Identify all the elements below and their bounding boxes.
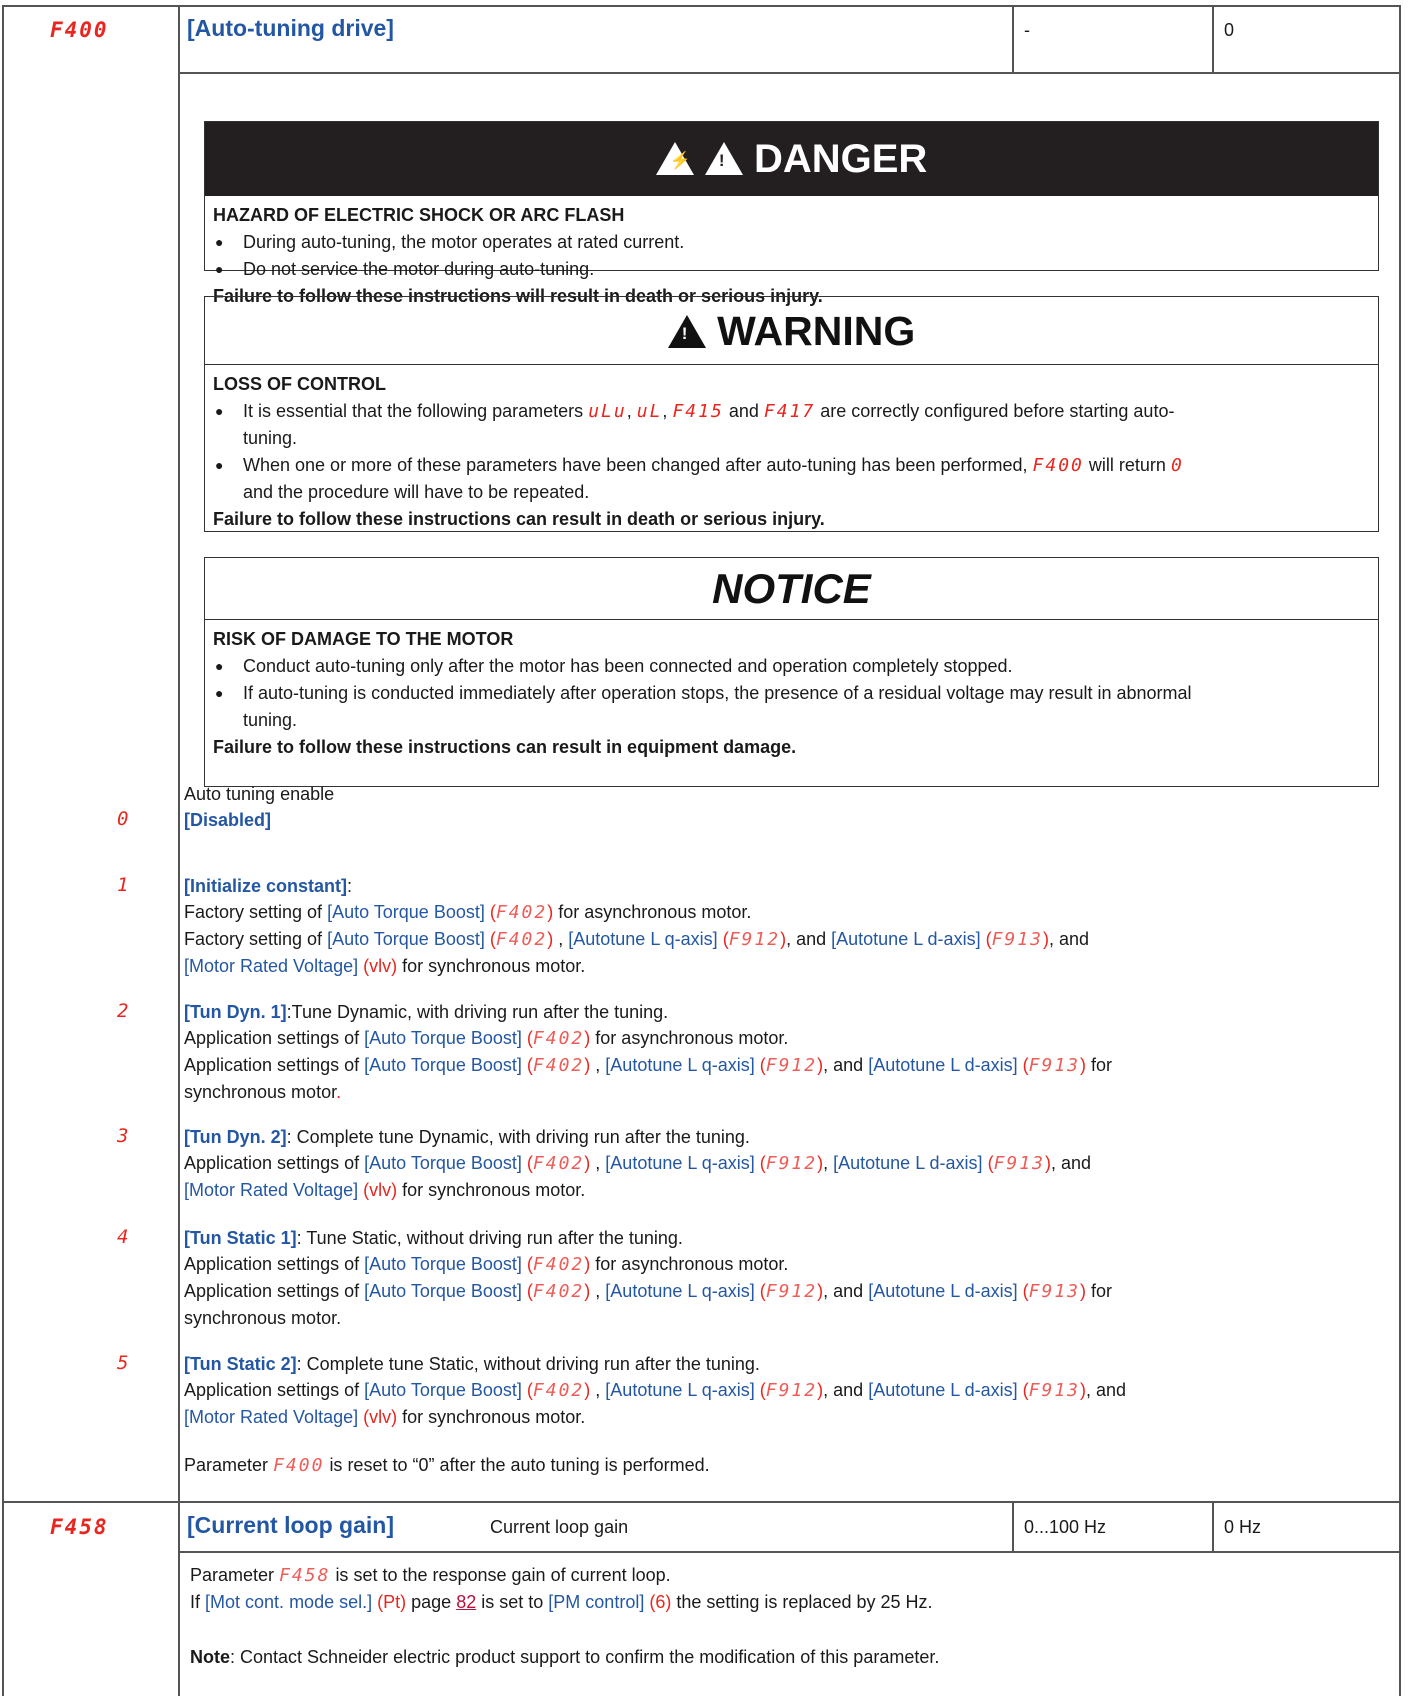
row1-default-divider [1212, 5, 1214, 74]
danger-heading: DANGER [753, 137, 928, 181]
danger-header: ⚡ ! DANGER [205, 122, 1378, 196]
warning-box: ! WARNING LOSS OF CONTROL It is essentia… [204, 296, 1379, 532]
value-1-description: [Initialize constant]: Factory setting o… [184, 876, 1090, 976]
electric-shock-icon: ⚡ [655, 142, 694, 175]
warning-subtitle: LOSS OF CONTROL [213, 374, 386, 394]
warning-bullet: It is essential that the following param… [213, 398, 1370, 452]
row-separator [2, 1501, 1401, 1503]
code-f458: F458 [279, 1565, 331, 1586]
param-range: 0...100 Hz [1024, 1517, 1107, 1537]
notice-box: NOTICE RISK OF DAMAGE TO THE MOTOR Condu… [204, 557, 1379, 787]
param-title-auto-tuning: [Auto-tuning drive] [187, 15, 394, 41]
warning-body: LOSS OF CONTROL It is essential that the… [205, 365, 1378, 539]
table-border-right [1399, 5, 1401, 1696]
value-code-2: 2 [117, 1000, 131, 1022]
code-column-divider [178, 5, 180, 1696]
notice-bullet: If auto-tuning is conducted immediately … [213, 680, 1370, 734]
param-default: 0 Hz [1224, 1517, 1262, 1537]
code-f400: F400 [1032, 455, 1084, 476]
value-code-3: 3 [117, 1125, 131, 1147]
code-f400: F400 [273, 1455, 325, 1476]
warning-triangle-icon: ! [667, 315, 706, 348]
table-border-left [2, 5, 4, 1696]
warning-bullet: When one or more of these parameters hav… [213, 452, 1370, 506]
warning-triangle-icon: ! [704, 142, 743, 175]
param-default: 0 [1224, 20, 1235, 40]
value-code-1: 1 [117, 874, 131, 896]
value-code-5: 5 [117, 1352, 131, 1374]
value-5-description: [Tun Static 2]: Complete tune Static, wi… [184, 1354, 1127, 1427]
value-label-disabled: [Disabled] [184, 810, 272, 830]
param-code-f458: F458 [50, 1515, 109, 1539]
code-f417: F417 [763, 401, 816, 422]
row2-header-bottom [178, 1551, 1401, 1553]
warning-header: ! WARNING [205, 297, 1378, 365]
notice-bullet: Conduct auto-tuning only after the motor… [213, 653, 1370, 680]
warning-footer: Failure to follow these instructions can… [213, 509, 825, 529]
value-2-description: [Tun Dyn. 1]:Tune Dynamic, with driving … [184, 1002, 1113, 1102]
param-subtitle: Current loop gain [490, 1517, 629, 1537]
value-3-description: [Tun Dyn. 2]: Complete tune Dynamic, wit… [184, 1127, 1091, 1200]
value-code-0: 0 [117, 808, 131, 830]
param-range: - [1024, 20, 1030, 40]
value-code-4: 4 [117, 1226, 131, 1248]
notice-body: RISK OF DAMAGE TO THE MOTOR Conduct auto… [205, 620, 1378, 767]
row1-header-bottom [178, 72, 1401, 74]
danger-bullet: Do not service the motor during auto-tun… [213, 256, 1370, 283]
param-code-f400: F400 [50, 18, 109, 42]
warning-heading: WARNING [717, 308, 916, 354]
row1-range-divider [1012, 5, 1014, 74]
danger-subtitle: HAZARD OF ELECTRIC SHOCK OR ARC FLASH [213, 205, 625, 225]
code-f415: F415 [672, 401, 724, 422]
notice-header: NOTICE [205, 558, 1378, 620]
danger-bullet: During auto-tuning, the motor operates a… [213, 229, 1370, 256]
f458-description: Parameter F458 is set to the response ga… [190, 1565, 933, 1612]
notice-subtitle: RISK OF DAMAGE TO THE MOTOR [213, 629, 514, 649]
row2-range-divider [1012, 1501, 1014, 1553]
code-ulu: uLu [588, 401, 627, 422]
code-ul: uL [636, 401, 663, 422]
f458-note: Note: Contact Schneider electric product… [190, 1647, 940, 1667]
values-intro: Auto tuning enable [184, 784, 335, 804]
value-4-description: [Tun Static 1]: Tune Static, without dri… [184, 1228, 1113, 1328]
code-zero: 0 [1170, 455, 1184, 476]
reset-note: Parameter F400 is reset to “0” after the… [184, 1455, 710, 1476]
table-border-top [2, 5, 1401, 7]
danger-box: ⚡ ! DANGER HAZARD OF ELECTRIC SHOCK OR A… [204, 121, 1379, 306]
page-82-link[interactable]: 82 [456, 1592, 476, 1612]
row2-default-divider [1212, 1501, 1214, 1553]
notice-footer: Failure to follow these instructions can… [213, 737, 797, 757]
param-title-current-loop-gain: [Current loop gain] [187, 1512, 394, 1538]
